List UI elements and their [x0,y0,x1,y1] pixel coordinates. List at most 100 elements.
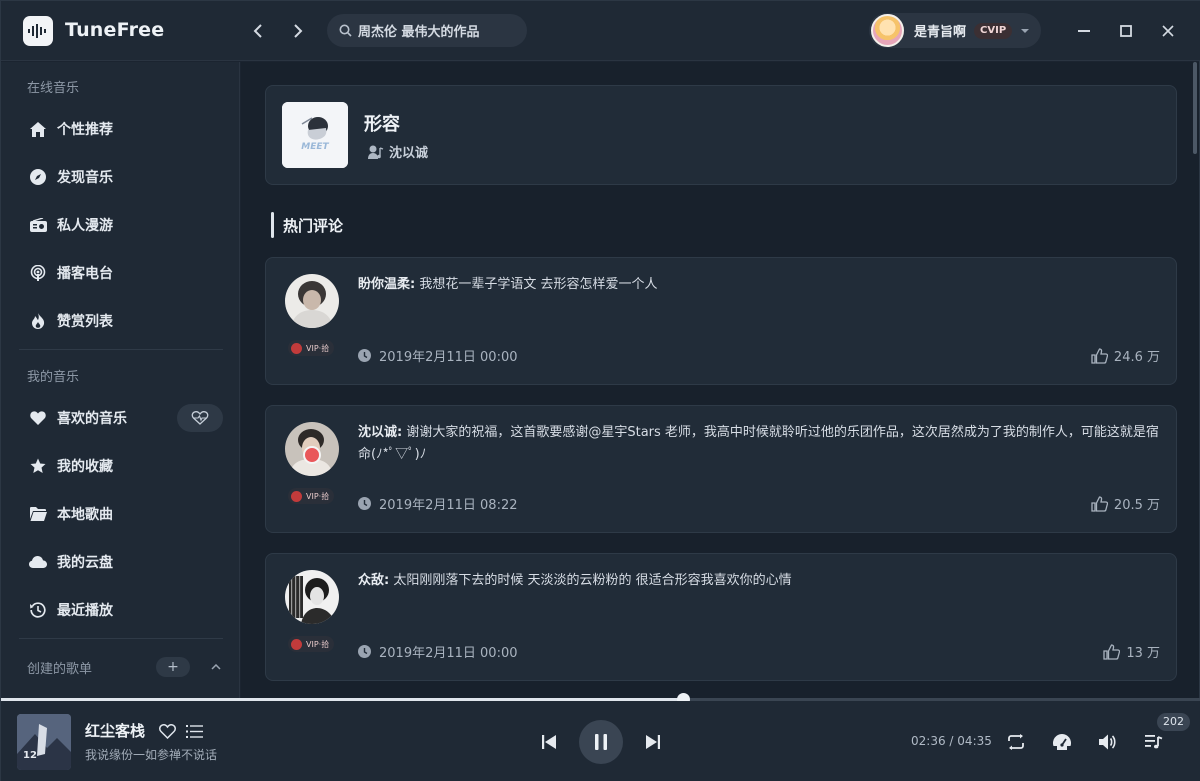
heart-mode-button[interactable] [177,404,223,432]
list-icon [185,724,203,738]
queue-count-badge: 202 [1157,713,1190,731]
vinyl-icon [291,342,302,354]
vinyl-icon [291,638,302,650]
sidebar-item-cloud[interactable]: 我的云盘 [19,542,223,582]
now-playing-cover[interactable]: 12 [17,714,71,770]
comment-text: 沈以诚: 谢谢大家的祝福，这首歌要感谢@星宇Stars 老师，我高中时候就聆听过… [358,422,1160,466]
vip-level-badge: VIP·拾 [288,488,335,504]
vip-level-text: VIP·拾 [306,491,330,501]
add-playlist-button[interactable]: + [156,657,190,677]
created-playlists-label: 创建的歌单 [27,662,93,677]
main-scrollbar[interactable] [1193,62,1197,154]
main-content: MEET 形容 沈以诚 热门评论 VIP·拾 盼你温柔: 我想花一辈子学语文 去… [241,62,1199,698]
section-title: 热门评论 [283,216,344,235]
comment-avatar[interactable] [285,570,339,624]
like-count: 24.6 万 [1113,350,1160,365]
speedometer-icon [1053,734,1071,750]
sidebar-item-discover[interactable]: 发现音乐 [19,157,223,197]
chevron-right-icon [294,24,303,38]
search-icon [339,24,352,37]
vip-level-text: VIP·拾 [306,639,330,649]
back-button[interactable] [246,19,270,43]
total-time: 04:35 [957,734,992,748]
maximize-icon [1120,25,1132,37]
sidebar-item-label: 最近播放 [57,603,113,619]
thumbs-up-icon [1091,347,1108,364]
artist-link[interactable]: 沈以诚 [368,142,428,161]
cloud-icon [29,553,47,571]
song-cover[interactable]: MEET [282,102,348,168]
comment-item: VIP·拾 沈以诚: 谢谢大家的祝福，这首歌要感谢@星宇Stars 老师，我高中… [265,405,1177,533]
playlist-button[interactable] [183,720,205,742]
skip-next-icon [646,735,660,749]
volume-button[interactable] [1097,731,1119,753]
thumbs-up-icon [1103,643,1121,660]
comment-content: 谢谢大家的祝福，这首歌要感谢@星宇Stars 老师，我高中时候就聆听过他的乐团作… [358,425,1159,462]
fire-icon [29,312,47,330]
speed-button[interactable] [1051,731,1073,753]
verified-artist-icon [303,446,321,464]
search-input[interactable]: 周杰伦 最伟大的作品 [327,14,527,47]
vip-badge: CVIP [974,22,1013,39]
comment-avatar[interactable] [285,274,339,328]
like-song-button[interactable] [156,720,178,742]
home-icon [29,120,47,138]
comment-time: 2019年2月11日 00:00 [358,346,518,365]
title-bar: TuneFree 周杰伦 最伟大的作品 是青旨啊 CVIP [1,1,1200,61]
comment-time: 2019年2月11日 00:00 [358,642,518,661]
hot-comments-header: 热门评论 [271,212,343,238]
like-button[interactable]: 20.5 万 [1091,494,1160,513]
like-button[interactable]: 24.6 万 [1091,346,1160,365]
podcast-icon [29,264,47,282]
svg-text:MEET: MEET [301,142,329,152]
next-button[interactable] [642,731,664,753]
current-time: 02:36 [911,734,946,748]
sidebar-item-local[interactable]: 本地歌曲 [19,494,223,534]
folder-icon [29,505,47,523]
sidebar-item-label: 我的云盘 [57,555,113,571]
previous-button[interactable] [538,731,560,753]
artist-name: 沈以诚 [389,146,429,161]
comment-username[interactable]: 沈以诚: [358,425,402,440]
collapse-playlists-button[interactable] [208,659,224,675]
comment-time: 2019年2月11日 08:22 [358,494,518,513]
like-button[interactable]: 13 万 [1103,642,1160,661]
user-avatar [871,14,904,47]
app-name: TuneFree [65,19,165,41]
comment-content: 我想花一辈子学语文 去形容怎样爱一个人 [419,277,658,292]
comment-content: 太阳刚刚落下去的时候 天淡淡的云粉粉的 很适合形容我喜欢你的心情 [393,573,792,588]
artist-music-icon [368,145,384,159]
maximize-button[interactable] [1114,19,1138,43]
repeat-button[interactable] [1005,731,1027,753]
comment-text: 众敌: 太阳刚刚落下去的时候 天淡淡的云粉粉的 很适合形容我喜欢你的心情 [358,570,1160,592]
comment-username[interactable]: 众敌: [358,573,389,588]
user-menu[interactable]: 是青旨啊 CVIP [869,13,1041,48]
minimize-button[interactable] [1072,19,1096,43]
user-name: 是青旨啊 [914,25,967,40]
radio-icon [29,216,47,234]
app-window: TuneFree 周杰伦 最伟大的作品 是青旨啊 CVIP 在线音乐 个性推荐 … [0,0,1200,781]
sidebar-item-podcast[interactable]: 播客电台 [19,253,223,293]
vip-level-badge: VIP·拾 [288,636,335,652]
pause-button[interactable] [579,720,623,764]
sidebar-item-collection[interactable]: 我的收藏 [19,446,223,486]
now-playing-title[interactable]: 红尘客栈 [85,720,145,741]
chevron-left-icon [253,24,262,38]
app-logo-icon [23,16,53,46]
forward-button[interactable] [286,19,310,43]
sidebar-item-label: 私人漫游 [57,218,113,234]
sidebar-item-appreciate[interactable]: 赞赏列表 [19,301,223,341]
comment-username[interactable]: 盼你温柔: [358,277,415,292]
sidebar-item-liked[interactable]: 喜欢的音乐 [19,398,223,438]
sidebar-item-roam[interactable]: 私人漫游 [19,205,223,245]
sidebar-item-recent[interactable]: 最近播放 [19,590,223,630]
close-button[interactable] [1156,19,1180,43]
compass-icon [29,168,47,186]
sidebar-item-recommend[interactable]: 个性推荐 [19,109,223,149]
search-text: 周杰伦 最伟大的作品 [358,25,480,40]
queue-button[interactable] [1143,731,1165,753]
like-count: 13 万 [1126,646,1160,661]
heart-outline-icon [158,723,176,739]
sidebar-item-label: 喜欢的音乐 [57,411,127,427]
vip-level-text: VIP·拾 [306,343,330,353]
